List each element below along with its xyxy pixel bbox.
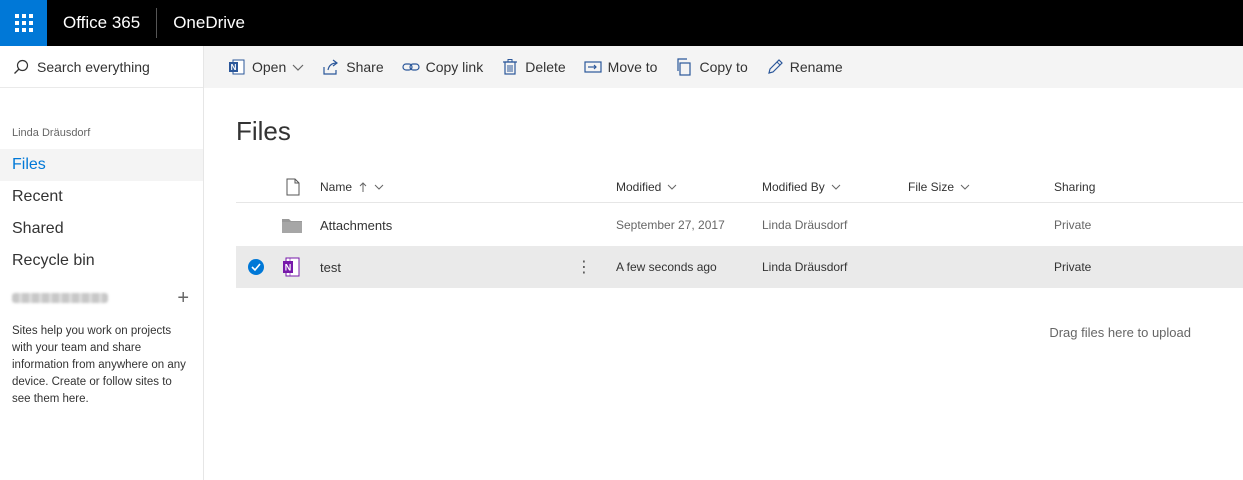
file-row-attachments[interactable]: Attachments September 27, 2017 Linda Drä…: [236, 204, 1243, 246]
onedrive-link[interactable]: OneDrive: [157, 13, 245, 33]
move-to-button[interactable]: Move to: [584, 58, 658, 76]
open-label: Open: [252, 59, 287, 75]
main-content: Files Name Modified Modified By File Siz…: [236, 88, 1243, 480]
chevron-down-icon: [292, 64, 304, 71]
checkmark-circle-icon: [248, 259, 264, 275]
search-box[interactable]: Search everything: [0, 46, 203, 88]
file-modified: A few seconds ago: [616, 260, 717, 274]
file-modified-by[interactable]: Linda Dräusdorf: [762, 246, 847, 288]
copy-icon: [677, 58, 692, 76]
file-row-test[interactable]: N test ⋮ A few seconds ago Linda Dräusdo…: [236, 246, 1243, 288]
blurred-sites-label: [12, 293, 108, 303]
page-title: Files: [236, 116, 291, 146]
open-button[interactable]: N Open: [228, 58, 304, 76]
file-name[interactable]: test: [320, 246, 341, 288]
row-checkbox[interactable]: [248, 246, 264, 288]
chevron-down-icon: [374, 184, 384, 190]
folder-icon: [282, 219, 302, 233]
delete-button[interactable]: Delete: [501, 58, 566, 76]
nav-item-files[interactable]: Files: [0, 149, 203, 181]
svg-text:N: N: [231, 63, 237, 72]
sort-ascending-icon: [359, 182, 367, 192]
document-icon: [286, 178, 300, 196]
svg-text:N: N: [285, 263, 292, 273]
more-options-button[interactable]: ⋮: [576, 246, 592, 288]
file-sharing: Private: [1054, 260, 1092, 274]
move-to-label: Move to: [607, 59, 658, 75]
office-365-link[interactable]: Office 365: [47, 0, 156, 46]
chevron-down-icon: [668, 184, 677, 190]
share-button[interactable]: Share: [322, 58, 384, 76]
chevron-down-icon: [960, 184, 970, 190]
sites-header: +: [0, 288, 203, 308]
column-sharing-label: Sharing: [1054, 180, 1096, 194]
chevron-down-icon: [831, 184, 841, 190]
copy-link-label: Copy link: [425, 59, 484, 75]
file-modified: September 27, 2017: [616, 218, 725, 232]
file-sharing: Private: [1054, 218, 1092, 232]
file-type-header[interactable]: [285, 171, 301, 203]
column-header-file-size[interactable]: File Size: [908, 171, 970, 203]
copy-to-label: Copy to: [699, 59, 748, 75]
suite-bar: Office 365 OneDrive: [0, 0, 1243, 46]
user-name: Linda Dräusdorf: [12, 127, 91, 139]
copy-to-button[interactable]: Copy to: [675, 58, 748, 76]
nav-item-recycle-bin[interactable]: Recycle bin: [0, 245, 203, 277]
move-icon: [584, 61, 602, 73]
trash-icon: [503, 59, 518, 75]
onenote-icon: N: [229, 59, 245, 75]
link-icon: [402, 63, 420, 71]
pencil-icon: [767, 59, 783, 74]
column-header-modified[interactable]: Modified: [616, 171, 677, 203]
copy-link-button[interactable]: Copy link: [402, 58, 484, 76]
folder-icon-cell: [282, 204, 302, 246]
search-input[interactable]: Search everything: [37, 59, 150, 75]
sites-description: Sites help you work on projects with you…: [12, 325, 186, 405]
add-site-button[interactable]: +: [177, 288, 189, 308]
delete-label: Delete: [525, 59, 566, 75]
nav-list: Files Recent Shared Recycle bin: [0, 149, 203, 277]
list-header: Name Modified Modified By File Size Shar…: [236, 171, 1243, 203]
nav-item-shared[interactable]: Shared: [0, 213, 203, 245]
column-name-label: Name: [320, 180, 353, 194]
column-modified-by-label: Modified By: [762, 180, 825, 194]
onenote-file-icon-cell: N: [282, 246, 300, 288]
column-modified-label: Modified: [616, 180, 662, 194]
column-header-modified-by[interactable]: Modified By: [762, 171, 841, 203]
waffle-icon: [14, 14, 33, 32]
left-nav: Search everything Linda Dräusdorf Files …: [0, 46, 204, 480]
column-file-size-label: File Size: [908, 180, 955, 194]
share-label: Share: [346, 59, 384, 75]
command-bar: N Open Share Copy link Delete Move to Co…: [204, 46, 1243, 88]
nav-item-recent[interactable]: Recent: [0, 181, 203, 213]
rename-button[interactable]: Rename: [766, 58, 843, 76]
file-modified-by[interactable]: Linda Dräusdorf: [762, 204, 847, 246]
column-header-name[interactable]: Name: [320, 171, 384, 203]
app-launcher-button[interactable]: [0, 0, 47, 46]
file-name[interactable]: Attachments: [320, 204, 392, 246]
column-header-sharing[interactable]: Sharing: [1054, 171, 1095, 203]
search-icon: [14, 59, 29, 74]
onenote-icon: N: [283, 257, 300, 277]
share-icon: [323, 59, 339, 75]
rename-label: Rename: [789, 59, 843, 75]
drag-upload-hint: Drag files here to upload: [1049, 325, 1191, 340]
